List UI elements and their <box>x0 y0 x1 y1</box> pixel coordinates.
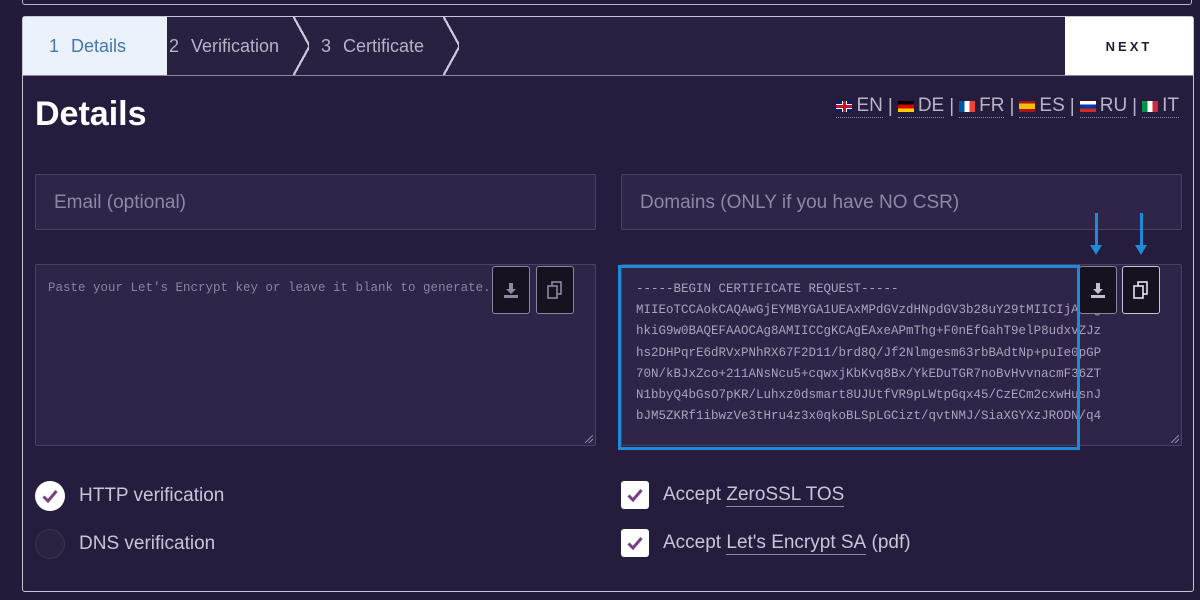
annotation-arrow-icon <box>1135 213 1147 255</box>
resize-handle[interactable] <box>1171 435 1179 443</box>
lang-separator: | <box>887 95 893 117</box>
csr-line: hs2DHPqrE6dRVxPNhRX67F2D11/brd8Q/Jf2Nlmg… <box>636 345 1101 360</box>
copy-icon <box>547 281 562 299</box>
page-title: Details <box>35 95 147 133</box>
radio-unchecked[interactable] <box>35 529 65 559</box>
option-prefix: Accept <box>663 484 727 505</box>
key-placeholder: Paste your Let's Encrypt key or leave it… <box>48 281 491 295</box>
de-flag-icon <box>897 100 914 112</box>
option-prefix: Accept <box>663 532 727 553</box>
top-frame-edge <box>22 0 1192 5</box>
resize-handle[interactable] <box>585 435 593 443</box>
csr-line: -----BEGIN CERTIFICATE REQUEST----- <box>636 282 899 296</box>
csr-line: N1bbyQ4bGsO7pKR/Luhxz0dsmart8UJUtfVR9pLW… <box>636 388 1101 403</box>
lang-separator: | <box>1132 95 1138 117</box>
csr-copy-button[interactable] <box>1122 266 1160 314</box>
lang-de[interactable]: DE <box>897 95 945 118</box>
checkmark-icon <box>42 490 58 503</box>
step-separator <box>293 17 309 75</box>
lang-label: FR <box>979 95 1005 116</box>
next-button[interactable]: NEXT <box>1065 17 1193 75</box>
lang-label: ES <box>1039 95 1065 116</box>
step-number: 3 <box>321 35 332 56</box>
checkmark-icon <box>627 489 643 502</box>
ru-flag-icon <box>1079 100 1096 112</box>
http-verification-option[interactable]: HTTP verification <box>35 481 224 511</box>
step-label: Certificate <box>343 35 425 56</box>
step-separator <box>443 17 459 75</box>
step-arrow <box>141 17 156 75</box>
option-label: HTTP verification <box>79 485 225 506</box>
download-icon <box>504 283 518 298</box>
lang-it[interactable]: IT <box>1142 95 1179 118</box>
annotation-arrow-icon <box>1090 213 1102 255</box>
dns-verification-option[interactable]: DNS verification <box>35 529 215 559</box>
copy-icon <box>1133 281 1148 299</box>
lang-separator: | <box>1069 95 1075 117</box>
step-certificate[interactable]: 3 Certificate <box>321 17 424 75</box>
option-suffix: (pdf) <box>866 532 911 553</box>
es-flag-icon <box>1019 100 1036 112</box>
lang-fr[interactable]: FR <box>959 95 1005 118</box>
csr-line: 70N/kBJxZco+211ANsNcu5+cqwxjKbKvq8Bx/YkE… <box>636 366 1101 381</box>
fr-flag-icon <box>959 100 976 112</box>
lang-label: DE <box>917 95 945 116</box>
step-label: Details <box>71 35 127 56</box>
key-copy-button[interactable] <box>536 266 574 314</box>
lang-label: IT <box>1162 95 1179 116</box>
step-label: Verification <box>191 35 280 56</box>
language-switcher: EN | DE | FR | ES | RU | IT <box>836 95 1179 118</box>
accept-sa-option[interactable]: Accept Let's Encrypt SA (pdf) <box>621 529 911 557</box>
step-bar: 1 Details 2 Verification 3 Certificate N… <box>23 17 1193 76</box>
download-icon <box>1091 283 1105 298</box>
lang-es[interactable]: ES <box>1019 95 1065 118</box>
checkbox-checked[interactable] <box>621 481 649 509</box>
lang-label: RU <box>1099 95 1128 116</box>
lang-separator: | <box>949 95 955 117</box>
step-number: 1 <box>49 35 60 56</box>
tos-link[interactable]: ZeroSSL TOS <box>726 484 845 507</box>
option-label: DNS verification <box>79 533 216 554</box>
lang-en[interactable]: EN <box>836 95 883 118</box>
step-verification[interactable]: 2 Verification <box>169 17 294 75</box>
accept-tos-option[interactable]: Accept ZeroSSL TOS <box>621 481 845 509</box>
csr-line: MIIEoTCCAokCAQAwGjEYMBYGA1UEAxMPdGVzdHNp… <box>636 303 1101 318</box>
step-number: 2 <box>169 35 180 56</box>
key-download-button[interactable] <box>492 266 530 314</box>
it-flag-icon <box>1142 100 1159 112</box>
lang-label: EN <box>856 95 883 116</box>
csr-line: bJM5ZKRf1ibwzVe3tHru4z3x0qkoBLSpLGCizt/q… <box>636 409 1101 424</box>
sa-link[interactable]: Let's Encrypt SA <box>726 532 867 555</box>
details-panel: 1 Details 2 Verification 3 Certificate N… <box>22 16 1194 592</box>
radio-checked[interactable] <box>35 481 65 511</box>
email-field[interactable]: Email (optional) <box>35 174 596 230</box>
lang-ru[interactable]: RU <box>1079 95 1128 118</box>
csr-download-button[interactable] <box>1079 266 1117 314</box>
lang-separator: | <box>1009 95 1015 117</box>
checkbox-checked[interactable] <box>621 529 649 557</box>
checkmark-icon <box>627 537 643 550</box>
csr-line: hkiG9w0BAQEFAAOCAg8AMIICCgKCAgEAxeAPmThg… <box>636 324 1101 339</box>
uk-flag-icon <box>836 100 853 112</box>
